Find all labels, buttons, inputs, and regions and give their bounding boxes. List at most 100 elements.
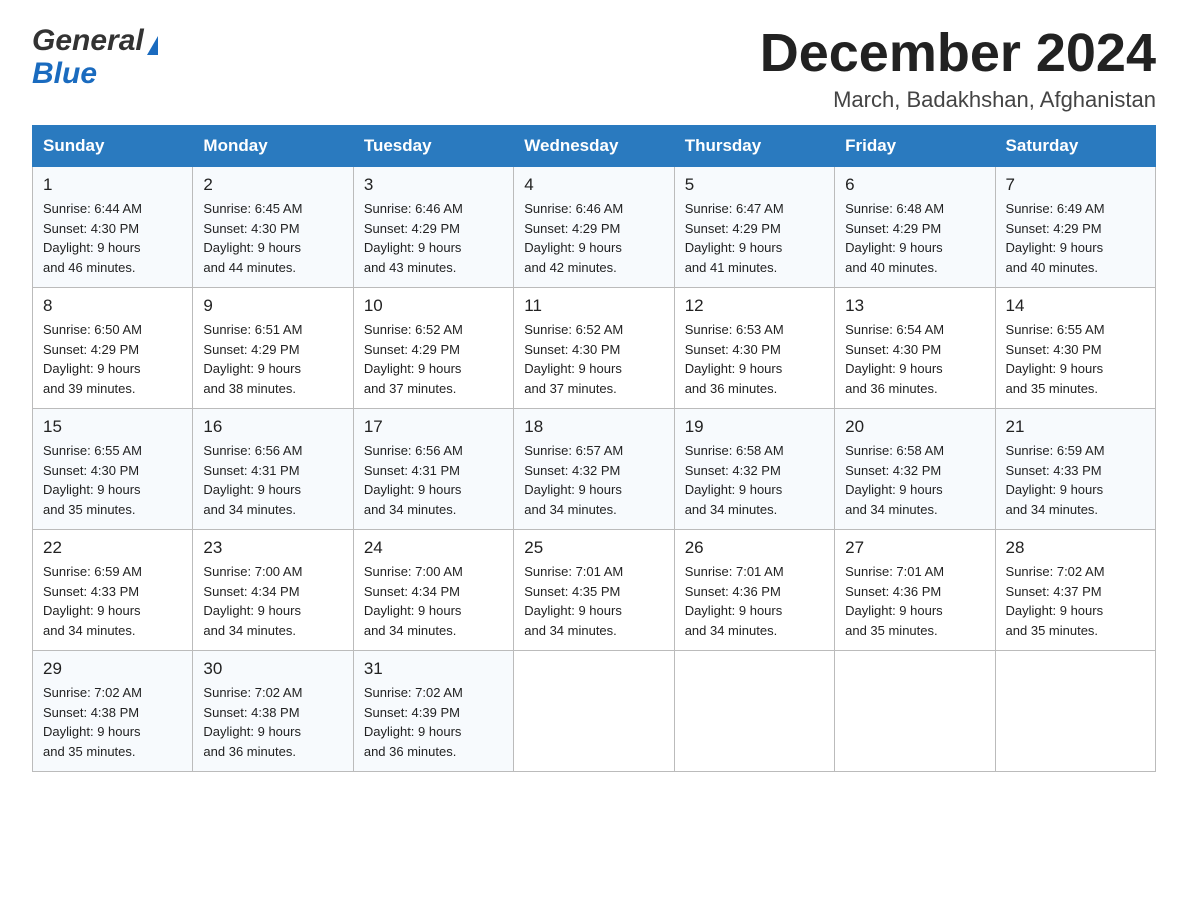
day-info: Sunrise: 6:54 AMSunset: 4:30 PMDaylight:…	[845, 320, 984, 398]
calendar-cell: 1Sunrise: 6:44 AMSunset: 4:30 PMDaylight…	[33, 167, 193, 288]
day-number: 23	[203, 538, 342, 558]
day-number: 2	[203, 175, 342, 195]
calendar-subtitle: March, Badakhshan, Afghanistan	[760, 87, 1156, 113]
day-number: 20	[845, 417, 984, 437]
day-info: Sunrise: 6:57 AMSunset: 4:32 PMDaylight:…	[524, 441, 663, 519]
day-number: 21	[1006, 417, 1145, 437]
logo-triangle-icon	[147, 36, 158, 55]
calendar-cell: 7Sunrise: 6:49 AMSunset: 4:29 PMDaylight…	[995, 167, 1155, 288]
day-number: 8	[43, 296, 182, 316]
logo-block: General Blue	[32, 24, 158, 90]
day-info: Sunrise: 6:46 AMSunset: 4:29 PMDaylight:…	[364, 199, 503, 277]
day-info: Sunrise: 7:00 AMSunset: 4:34 PMDaylight:…	[364, 562, 503, 640]
calendar-title: December 2024	[760, 24, 1156, 83]
day-number: 16	[203, 417, 342, 437]
day-number: 29	[43, 659, 182, 679]
day-info: Sunrise: 7:01 AMSunset: 4:35 PMDaylight:…	[524, 562, 663, 640]
page-header: General Blue December 2024 March, Badakh…	[32, 24, 1156, 113]
day-info: Sunrise: 6:52 AMSunset: 4:30 PMDaylight:…	[524, 320, 663, 398]
calendar-cell: 23 Sunrise: 7:00 AMSunset: 4:34 PMDayligh…	[193, 530, 353, 651]
day-number: 24	[364, 538, 503, 558]
weekday-header-tuesday: Tuesday	[353, 126, 513, 167]
day-number: 10	[364, 296, 503, 316]
calendar-cell: 21 Sunrise: 6:59 AMSunset: 4:33 PMDayligh…	[995, 409, 1155, 530]
day-number: 7	[1006, 175, 1145, 195]
calendar-week-1: 1Sunrise: 6:44 AMSunset: 4:30 PMDaylight…	[33, 167, 1156, 288]
day-number: 3	[364, 175, 503, 195]
day-number: 26	[685, 538, 824, 558]
title-area: December 2024 March, Badakhshan, Afghani…	[760, 24, 1156, 113]
day-info: Sunrise: 6:59 AMSunset: 4:33 PMDaylight:…	[43, 562, 182, 640]
calendar-cell: 25 Sunrise: 7:01 AMSunset: 4:35 PMDayligh…	[514, 530, 674, 651]
day-info: Sunrise: 6:47 AMSunset: 4:29 PMDaylight:…	[685, 199, 824, 277]
day-number: 27	[845, 538, 984, 558]
weekday-header-monday: Monday	[193, 126, 353, 167]
calendar-cell: 5 Sunrise: 6:47 AMSunset: 4:29 PMDaylight…	[674, 167, 834, 288]
day-number: 5	[685, 175, 824, 195]
day-info: Sunrise: 7:01 AMSunset: 4:36 PMDaylight:…	[685, 562, 824, 640]
day-info: Sunrise: 6:55 AMSunset: 4:30 PMDaylight:…	[43, 441, 182, 519]
day-number: 15	[43, 417, 182, 437]
calendar-cell: 29 Sunrise: 7:02 AMSunset: 4:38 PMDayligh…	[33, 651, 193, 772]
logo-general-text: General	[32, 24, 144, 57]
day-info: Sunrise: 7:02 AMSunset: 4:39 PMDaylight:…	[364, 683, 503, 761]
day-info: Sunrise: 6:56 AMSunset: 4:31 PMDaylight:…	[364, 441, 503, 519]
day-number: 11	[524, 296, 663, 316]
day-info: Sunrise: 6:59 AMSunset: 4:33 PMDaylight:…	[1006, 441, 1145, 519]
calendar-cell: 4Sunrise: 6:46 AMSunset: 4:29 PMDaylight…	[514, 167, 674, 288]
calendar-cell	[514, 651, 674, 772]
day-info: Sunrise: 6:52 AMSunset: 4:29 PMDaylight:…	[364, 320, 503, 398]
calendar-cell: 27 Sunrise: 7:01 AMSunset: 4:36 PMDayligh…	[835, 530, 995, 651]
weekday-header-friday: Friday	[835, 126, 995, 167]
day-number: 14	[1006, 296, 1145, 316]
calendar-cell: 13 Sunrise: 6:54 AMSunset: 4:30 PMDayligh…	[835, 288, 995, 409]
calendar-cell: 11 Sunrise: 6:52 AMSunset: 4:30 PMDayligh…	[514, 288, 674, 409]
calendar-cell: 20 Sunrise: 6:58 AMSunset: 4:32 PMDayligh…	[835, 409, 995, 530]
calendar-cell: 17 Sunrise: 6:56 AMSunset: 4:31 PMDayligh…	[353, 409, 513, 530]
calendar-cell: 15 Sunrise: 6:55 AMSunset: 4:30 PMDayligh…	[33, 409, 193, 530]
calendar-cell: 3 Sunrise: 6:46 AMSunset: 4:29 PMDaylight…	[353, 167, 513, 288]
calendar-cell: 2 Sunrise: 6:45 AMSunset: 4:30 PMDaylight…	[193, 167, 353, 288]
day-number: 13	[845, 296, 984, 316]
day-info: Sunrise: 7:02 AMSunset: 4:38 PMDaylight:…	[43, 683, 182, 761]
calendar-cell: 12Sunrise: 6:53 AMSunset: 4:30 PMDayligh…	[674, 288, 834, 409]
calendar-cell: 24 Sunrise: 7:00 AMSunset: 4:34 PMDayligh…	[353, 530, 513, 651]
day-info: Sunrise: 6:58 AMSunset: 4:32 PMDaylight:…	[845, 441, 984, 519]
calendar-cell	[835, 651, 995, 772]
day-info: Sunrise: 7:02 AMSunset: 4:38 PMDaylight:…	[203, 683, 342, 761]
calendar-cell: 10 Sunrise: 6:52 AMSunset: 4:29 PMDayligh…	[353, 288, 513, 409]
calendar-cell: 19Sunrise: 6:58 AMSunset: 4:32 PMDayligh…	[674, 409, 834, 530]
weekday-header-wednesday: Wednesday	[514, 126, 674, 167]
calendar-cell: 26 Sunrise: 7:01 AMSunset: 4:36 PMDayligh…	[674, 530, 834, 651]
logo-blue-text: Blue	[32, 57, 97, 90]
calendar-week-5: 29 Sunrise: 7:02 AMSunset: 4:38 PMDayligh…	[33, 651, 1156, 772]
day-info: Sunrise: 6:44 AMSunset: 4:30 PMDaylight:…	[43, 199, 182, 277]
calendar-week-2: 8 Sunrise: 6:50 AMSunset: 4:29 PMDaylight…	[33, 288, 1156, 409]
day-info: Sunrise: 6:55 AMSunset: 4:30 PMDaylight:…	[1006, 320, 1145, 398]
calendar-week-3: 15 Sunrise: 6:55 AMSunset: 4:30 PMDayligh…	[33, 409, 1156, 530]
calendar-cell: 9 Sunrise: 6:51 AMSunset: 4:29 PMDaylight…	[193, 288, 353, 409]
day-info: Sunrise: 7:02 AMSunset: 4:37 PMDaylight:…	[1006, 562, 1145, 640]
calendar-cell: 31Sunrise: 7:02 AMSunset: 4:39 PMDayligh…	[353, 651, 513, 772]
day-info: Sunrise: 6:56 AMSunset: 4:31 PMDaylight:…	[203, 441, 342, 519]
day-info: Sunrise: 6:50 AMSunset: 4:29 PMDaylight:…	[43, 320, 182, 398]
day-info: Sunrise: 7:00 AMSunset: 4:34 PMDaylight:…	[203, 562, 342, 640]
day-info: Sunrise: 6:45 AMSunset: 4:30 PMDaylight:…	[203, 199, 342, 277]
weekday-header-saturday: Saturday	[995, 126, 1155, 167]
day-info: Sunrise: 6:48 AMSunset: 4:29 PMDaylight:…	[845, 199, 984, 277]
day-number: 17	[364, 417, 503, 437]
calendar-cell: 18 Sunrise: 6:57 AMSunset: 4:32 PMDayligh…	[514, 409, 674, 530]
day-number: 18	[524, 417, 663, 437]
day-info: Sunrise: 6:51 AMSunset: 4:29 PMDaylight:…	[203, 320, 342, 398]
calendar-cell: 30Sunrise: 7:02 AMSunset: 4:38 PMDayligh…	[193, 651, 353, 772]
day-info: Sunrise: 7:01 AMSunset: 4:36 PMDaylight:…	[845, 562, 984, 640]
calendar-table: SundayMondayTuesdayWednesdayThursdayFrid…	[32, 125, 1156, 772]
calendar-cell: 28Sunrise: 7:02 AMSunset: 4:37 PMDayligh…	[995, 530, 1155, 651]
day-number: 22	[43, 538, 182, 558]
day-number: 12	[685, 296, 824, 316]
day-number: 25	[524, 538, 663, 558]
logo-wrapper: General Blue	[32, 24, 158, 90]
day-info: Sunrise: 6:46 AMSunset: 4:29 PMDaylight:…	[524, 199, 663, 277]
day-number: 9	[203, 296, 342, 316]
calendar-cell: 6Sunrise: 6:48 AMSunset: 4:29 PMDaylight…	[835, 167, 995, 288]
